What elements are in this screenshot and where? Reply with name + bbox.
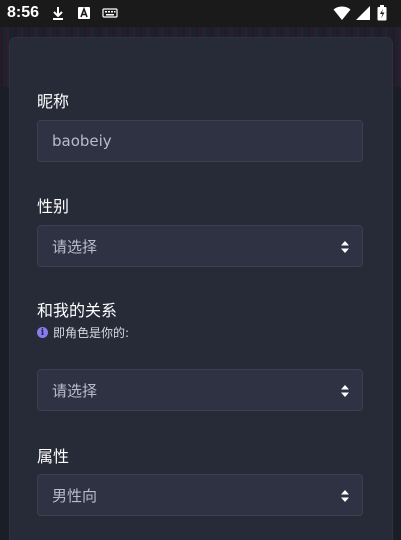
select-sort-icon xyxy=(341,490,349,502)
relationship-hint-text: 即角色是你的: xyxy=(53,326,130,340)
gender-select-value: 请选择 xyxy=(52,237,98,256)
status-right-icons xyxy=(333,5,393,21)
signal-icon xyxy=(355,5,371,21)
select-sort-icon xyxy=(341,385,349,397)
nickname-field[interactable] xyxy=(37,120,363,162)
relationship-select-value: 请选择 xyxy=(52,381,98,400)
battery-icon xyxy=(377,5,393,21)
attribute-select-value: 男性向 xyxy=(52,486,98,505)
font-a-icon xyxy=(76,5,92,21)
keyboard-icon xyxy=(102,5,118,21)
status-left-icons xyxy=(50,5,118,21)
relationship-select[interactable]: 请选择 xyxy=(37,369,363,411)
relationship-hint: i 即角色是你的: xyxy=(37,324,129,341)
gender-label: 性别 xyxy=(37,197,70,216)
wifi-icon xyxy=(333,5,351,21)
status-bar: 8:56 xyxy=(0,0,401,27)
download-icon xyxy=(50,5,66,21)
attribute-select[interactable]: 男性向 xyxy=(37,474,363,516)
select-sort-icon xyxy=(341,241,349,253)
status-time: 8:56 xyxy=(7,4,40,21)
info-icon: i xyxy=(37,327,48,338)
relationship-label: 和我的关系 xyxy=(37,301,118,320)
nickname-label: 昵称 xyxy=(37,92,70,111)
attribute-label: 属性 xyxy=(37,447,70,466)
gender-select[interactable]: 请选择 xyxy=(37,225,363,267)
nickname-input[interactable] xyxy=(52,132,342,150)
page: 8:56 昵称 baobeiy 性别 请选择 和我的关系 i 即角色是你的: 请… xyxy=(0,0,401,540)
